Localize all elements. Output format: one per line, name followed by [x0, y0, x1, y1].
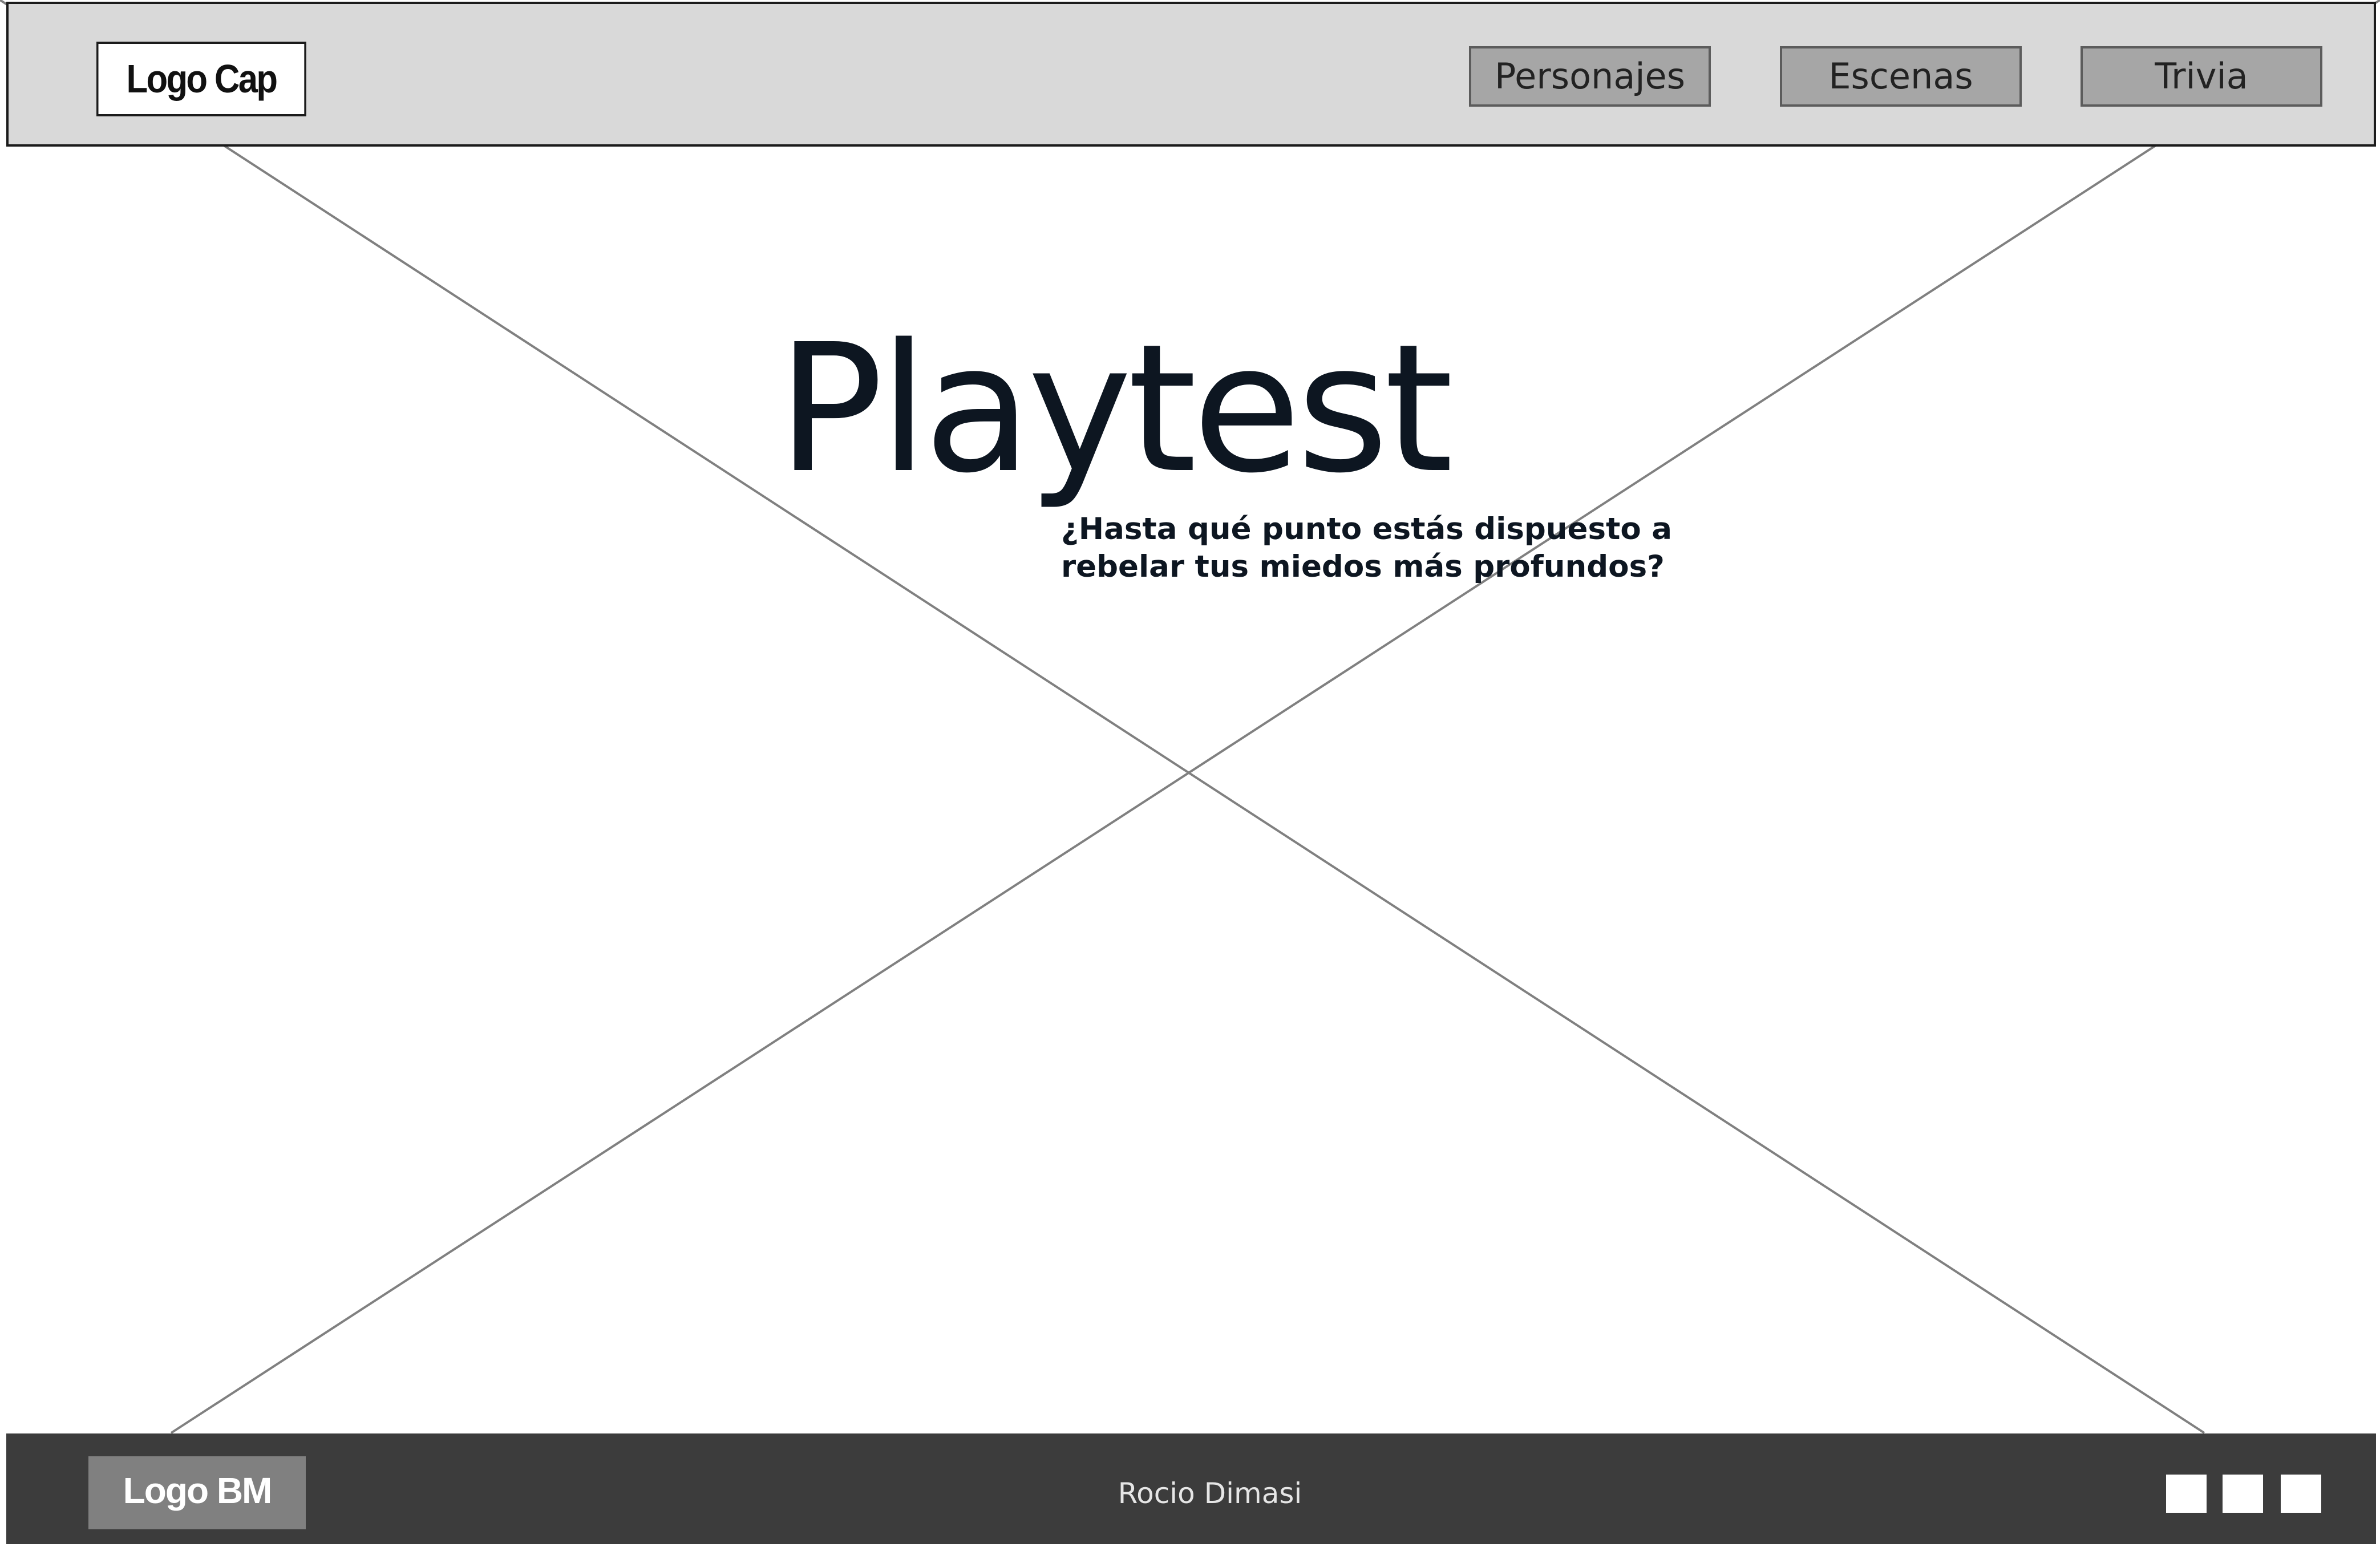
hero-subtitle-line-2: rebelar tus miedos más profundos?	[1061, 549, 1665, 584]
social-icon-1[interactable]	[2166, 1475, 2207, 1513]
social-icon-3[interactable]	[2281, 1475, 2321, 1513]
hero-subtitle-line-1: ¿Hasta qué punto estás dispuesto a	[1061, 512, 1672, 546]
nav-button-escenas[interactable]: Escenas	[1780, 46, 2022, 107]
logo-bm[interactable]: Logo BM	[88, 1456, 306, 1529]
nav-button-personajes[interactable]: Personajes	[1469, 46, 1711, 107]
hero-title: Playtest	[777, 306, 1454, 512]
site-header: Logo Cap Personajes Escenas Trivia	[6, 2, 2376, 147]
image-placeholder-cross	[0, 0, 2380, 1434]
site-footer: Logo BM Rocio Dimasi	[6, 1433, 2376, 1544]
hero-subtitle: ¿Hasta qué punto estás dispuesto a rebel…	[1061, 511, 1672, 586]
nav-button-trivia[interactable]: Trivia	[2081, 46, 2322, 107]
social-icon-2[interactable]	[2223, 1475, 2263, 1513]
logo-cap[interactable]: Logo Cap	[96, 42, 306, 116]
footer-credit: Rocio Dimasi	[1118, 1477, 1302, 1510]
